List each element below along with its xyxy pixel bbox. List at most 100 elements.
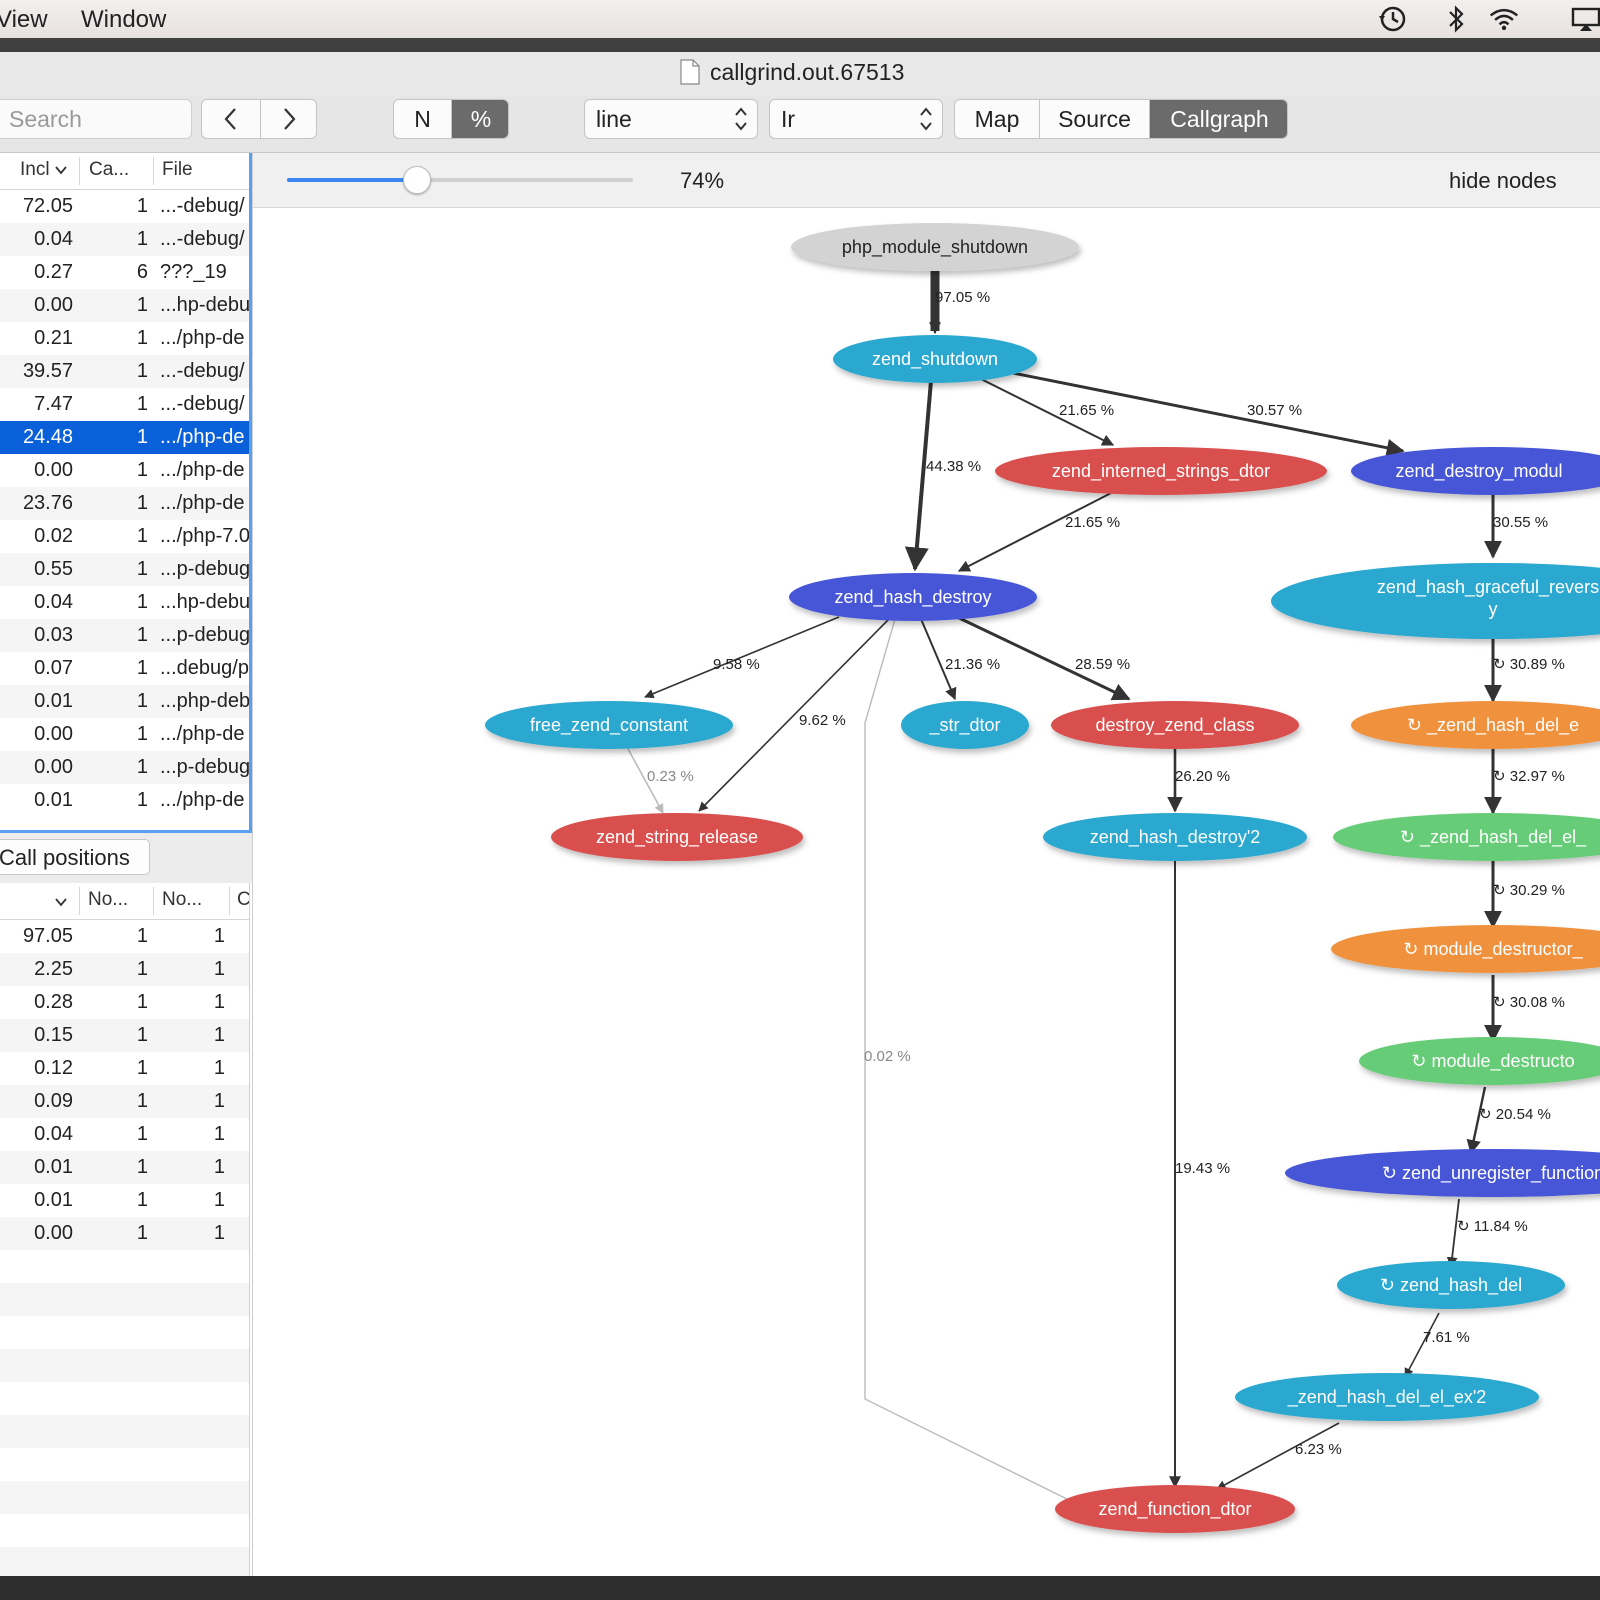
table-row[interactable]: 0.01 1 1 [0,1184,249,1217]
back-button[interactable] [202,100,260,138]
table-row[interactable]: 24.48 1 .../php-de [0,421,249,454]
svg-text:↻ _zend_hash_del_el_: ↻ _zend_hash_del_el_ [1400,827,1587,848]
source-view-button[interactable]: Source [1039,100,1149,138]
table-row[interactable]: 0.03 1 ...p-debug [0,619,249,652]
table-row[interactable]: 0.12 1 1 [0,1052,249,1085]
header-file[interactable]: File [162,159,193,181]
call-positions-header: No... No... C [0,883,249,920]
menu-view[interactable]: View [0,6,48,34]
table-row[interactable]: 0.01 1 ...php-deb [0,685,249,718]
incl-cell: 0.27 [34,261,73,283]
cost-cell: 0.01 [34,1189,73,1211]
incl-cell: 7.47 [34,393,73,415]
table-row[interactable]: 97.05 1 1 [0,920,249,953]
table-row[interactable]: 0.02 1 .../php-7.0 [0,520,249,553]
table-row[interactable]: 0.00 1 ...p-debug [0,751,249,784]
header-no-2[interactable]: No... [162,889,202,911]
table-row[interactable]: 0.04 1 1 [0,1118,249,1151]
grouping-select[interactable]: line [584,99,758,139]
header-incl[interactable]: Incl [20,159,67,181]
zoom-slider-knob[interactable] [402,166,431,194]
node-zend-hash-destroy2[interactable]: zend_hash_destroy'2 [1043,813,1307,861]
table-row [0,1448,249,1481]
node-zend-function-dtor[interactable]: zend_function_dtor [1055,1485,1295,1533]
edge-label: 0.02 % [864,1048,911,1065]
header-no-1[interactable]: No... [88,889,128,911]
bluetooth-icon[interactable] [1440,4,1472,34]
calls-cell: 1 [136,657,148,679]
menu-window[interactable]: Window [81,6,166,34]
event-select[interactable]: Ir [769,99,943,139]
airplay-icon[interactable] [1570,4,1600,34]
table-row[interactable]: 0.07 1 ...debug/p [0,652,249,685]
svg-text:destroy_zend_class: destroy_zend_class [1095,715,1254,736]
navigation-group [201,99,317,139]
table-row[interactable]: 0.04 1 ...-debug/ [0,223,249,256]
table-row[interactable]: 23.76 1 .../php-de [0,487,249,520]
count-cell: 1 [136,1123,148,1145]
table-row[interactable]: 0.00 1 .../php-de [0,454,249,487]
node-destroy-zend-class[interactable]: destroy_zend_class [1051,701,1299,749]
file-cell: ...hp-debu [160,294,251,316]
node-zend-hash-del[interactable]: ↻ zend_hash_del [1337,1261,1565,1309]
table-row[interactable]: 0.28 1 1 [0,986,249,1019]
table-row [0,1547,249,1576]
incl-cell: 0.21 [34,327,73,349]
table-row[interactable]: 0.00 1 .../php-de [0,718,249,751]
header-calls[interactable]: Ca... [89,159,129,181]
table-row[interactable]: 0.15 1 1 [0,1019,249,1052]
edge-label: 97.05 % [935,289,990,306]
mode-n-button[interactable]: N [394,100,451,138]
node-zend-hash-del-el[interactable]: ↻ _zend_hash_del_el_ [1333,813,1600,861]
node-zend-string-release[interactable]: zend_string_release [551,813,803,861]
wifi-icon[interactable] [1488,4,1520,34]
document-icon [680,59,700,85]
callgraph-view-button[interactable]: Callgraph [1149,100,1287,138]
app-window: callgrind.out.67513 Search N % line Ir M… [0,52,1600,1576]
table-row[interactable]: 0.55 1 ...p-debug [0,553,249,586]
time-machine-icon[interactable] [1376,4,1408,34]
table-row[interactable]: 2.25 1 1 [0,953,249,986]
node-zend-hash-del-el-ex2[interactable]: _zend_hash_del_el_ex'2 [1235,1373,1539,1421]
tab-call-positions[interactable]: Call positions [0,839,150,875]
table-row[interactable]: 0.01 1 1 [0,1151,249,1184]
node-zend-hash-del-e[interactable]: ↻ _zend_hash_del_e [1351,701,1600,749]
header-c[interactable]: C [237,889,249,911]
incl-cell: 0.00 [34,723,73,745]
search-input[interactable]: Search [0,99,192,139]
edge-label: 21.65 % [1065,514,1120,531]
table-row[interactable]: 0.04 1 ...hp-debu [0,586,249,619]
table-row[interactable]: 72.05 1 ...-debug/ [0,190,249,223]
table-row[interactable]: 0.00 1 ...hp-debu [0,289,249,322]
node-zend-destroy-modul[interactable]: zend_destroy_modul [1351,447,1600,495]
table-row [0,1349,249,1382]
node-free-zend-constant[interactable]: free_zend_constant [485,701,733,749]
table-row[interactable]: 7.47 1 ...-debug/ [0,388,249,421]
file-cell: .../php-de [160,723,245,745]
node-str-dtor[interactable]: _str_dtor [901,701,1029,749]
node-php-module-shutdown[interactable]: php_module_shutdown [791,223,1079,271]
table-row[interactable]: 0.00 1 1 [0,1217,249,1250]
table-row[interactable]: 0.09 1 1 [0,1085,249,1118]
forward-button[interactable] [260,100,316,138]
table-row[interactable]: 0.01 1 .../php-de [0,784,249,817]
calls-cell: 1 [136,591,148,613]
file-cell: .../php-7.0 [160,525,251,547]
node-module-destructor[interactable]: ↻ module_destructor_ [1331,925,1600,973]
node-zend-interned-strings-dtor[interactable]: zend_interned_strings_dtor [995,447,1327,495]
svg-text:zend_hash_destroy'2: zend_hash_destroy'2 [1090,827,1261,848]
calls-cell: 1 [136,492,148,514]
node-zend-hash-destroy[interactable]: zend_hash_destroy [789,573,1037,621]
node-zend-unregister-function[interactable]: ↻ zend_unregister_function [1285,1149,1600,1197]
table-row[interactable]: 39.57 1 ...-debug/ [0,355,249,388]
count-cell: 1 [213,991,225,1013]
node-module-destructo[interactable]: ↻ module_destructo [1359,1037,1600,1085]
node-zend-hash-graceful-reverse[interactable]: zend_hash_graceful_reverse y [1271,563,1600,639]
mode-percent-button[interactable]: % [451,100,508,138]
table-row[interactable]: 0.27 6 ???_19 [0,256,249,289]
node-zend-shutdown[interactable]: zend_shutdown [833,335,1037,383]
bottom-tab-bar: Call positions [0,833,252,883]
table-row[interactable]: 0.21 1 .../php-de [0,322,249,355]
incl-cell: 0.02 [34,525,73,547]
map-view-button[interactable]: Map [955,100,1039,138]
